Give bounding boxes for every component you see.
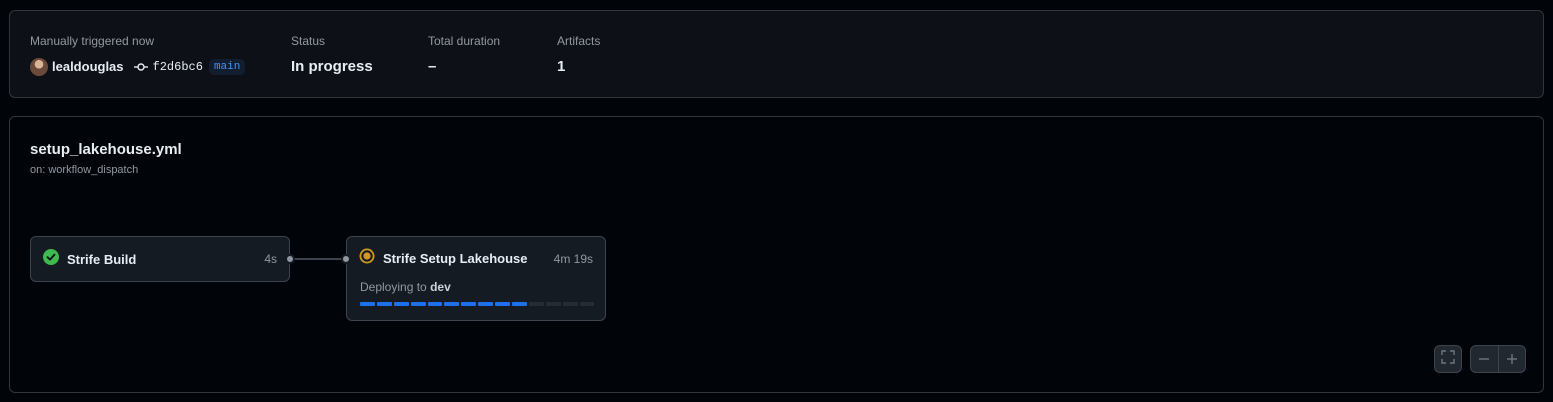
job-strife-build[interactable]: Strife Build 4s — [30, 236, 290, 282]
progress-segment — [410, 302, 426, 306]
artifacts-value[interactable]: 1 — [557, 57, 600, 77]
progress-segment — [393, 302, 409, 306]
job-duration: 4s — [264, 252, 277, 266]
job-duration: 4m 19s — [553, 251, 593, 266]
trigger-column: Manually triggered now lealdouglas f2d6b… — [30, 33, 246, 77]
progress-segment — [579, 302, 595, 306]
artifacts-column: Artifacts 1 — [557, 33, 600, 77]
trigger-label: Manually triggered now — [30, 34, 155, 48]
check-circle-icon — [43, 248, 59, 270]
commit-sha-link[interactable]: f2d6bc6 — [153, 57, 203, 77]
minus-icon — [1479, 358, 1490, 360]
zoom-controls — [1470, 345, 1526, 373]
connector-handle-in — [341, 254, 351, 264]
plus-icon — [1506, 354, 1517, 364]
trigger-details: lealdouglas f2d6bc6 main — [30, 57, 246, 77]
branch-badge[interactable]: main — [208, 59, 246, 75]
duration-label: Total duration — [428, 34, 501, 48]
job-strife-setup-lakehouse[interactable]: Strife Setup Lakehouse 4m 19s Deploying … — [346, 236, 606, 321]
git-commit-icon — [133, 62, 148, 72]
duration-column: Total duration – — [428, 33, 500, 77]
progress-segment — [376, 302, 392, 306]
job-name: Strife Setup Lakehouse — [383, 251, 528, 266]
progress-segment — [360, 302, 375, 306]
zoom-out-button[interactable] — [1471, 346, 1499, 372]
avatar[interactable] — [30, 58, 48, 76]
deploy-status: Deploying to dev — [360, 280, 451, 294]
run-summary: Manually triggered now lealdouglas f2d6b… — [9, 10, 1544, 98]
workflow-graph: setup_lakehouse.yml on: workflow_dispatc… — [9, 116, 1544, 393]
duration-value: – — [428, 58, 437, 75]
status-value: In progress — [291, 58, 373, 75]
artifacts-label: Artifacts — [557, 34, 601, 48]
progress-segment — [545, 302, 561, 306]
deploy-prefix: Deploying to — [360, 280, 427, 294]
progress-segment — [512, 302, 527, 306]
progress-segment — [461, 302, 477, 306]
zoom-in-button[interactable] — [1499, 346, 1526, 372]
connector-handle-out — [285, 254, 295, 264]
in-progress-icon — [359, 248, 375, 269]
actor-link[interactable]: lealdouglas — [52, 57, 124, 77]
job-name: Strife Build — [67, 251, 137, 267]
progress-segment — [444, 302, 460, 306]
progress-segment — [427, 302, 443, 306]
status-column: Status In progress — [291, 33, 373, 77]
fullscreen-icon — [1441, 349, 1455, 369]
progress-segment — [495, 302, 511, 306]
workflow-file-title: setup_lakehouse.yml — [30, 141, 182, 158]
progress-segment — [528, 302, 544, 306]
environment-name: dev — [430, 280, 451, 294]
progress-segment — [562, 302, 578, 306]
status-label: Status — [291, 34, 326, 48]
job-connector — [290, 258, 346, 260]
workflow-trigger: on: workflow_dispatch — [30, 164, 139, 176]
fullscreen-button[interactable] — [1434, 345, 1462, 373]
deploy-progress-bar — [360, 302, 595, 306]
progress-segment — [478, 302, 494, 306]
